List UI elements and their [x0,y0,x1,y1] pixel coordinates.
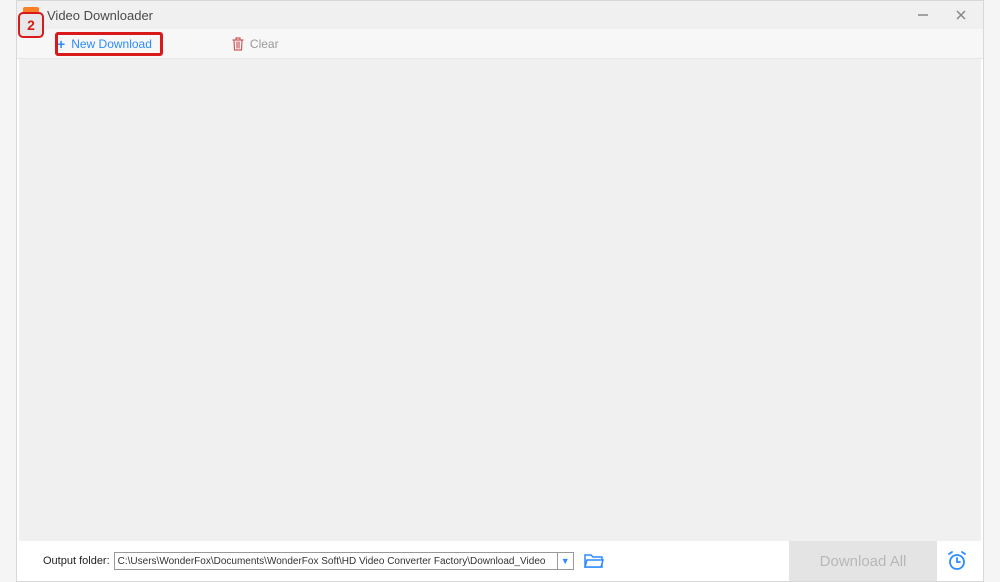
download-all-button[interactable]: Download All [789,541,937,581]
output-folder-input[interactable] [115,553,557,569]
window-controls [917,9,975,21]
new-download-label: New Download [71,37,152,51]
footer: Output folder: ▼ Download All [17,541,983,581]
titlebar: Video Downloader [17,1,983,29]
alarm-clock-icon [946,550,968,572]
output-folder-combobox[interactable]: ▼ [114,552,574,570]
browse-folder-button[interactable] [584,553,604,569]
trash-icon [232,37,244,51]
window-title: Video Downloader [47,8,917,23]
download-list-area [19,59,981,543]
video-downloader-window: Video Downloader + New Download Clear Ou… [16,0,984,582]
scheduler-button[interactable] [937,541,977,581]
new-download-button[interactable]: + New Download [57,36,152,52]
chevron-down-icon[interactable]: ▼ [557,553,573,569]
download-all-label: Download All [820,553,907,570]
plus-icon: + [57,36,65,52]
clear-button[interactable]: Clear [232,37,279,51]
step-number-badge: 2 [18,12,44,38]
clear-label: Clear [250,37,279,51]
folder-icon [584,553,604,569]
minimize-button[interactable] [917,9,937,21]
close-button[interactable] [955,9,975,21]
toolbar: + New Download Clear [17,29,983,59]
output-folder-label: Output folder: [43,555,110,567]
